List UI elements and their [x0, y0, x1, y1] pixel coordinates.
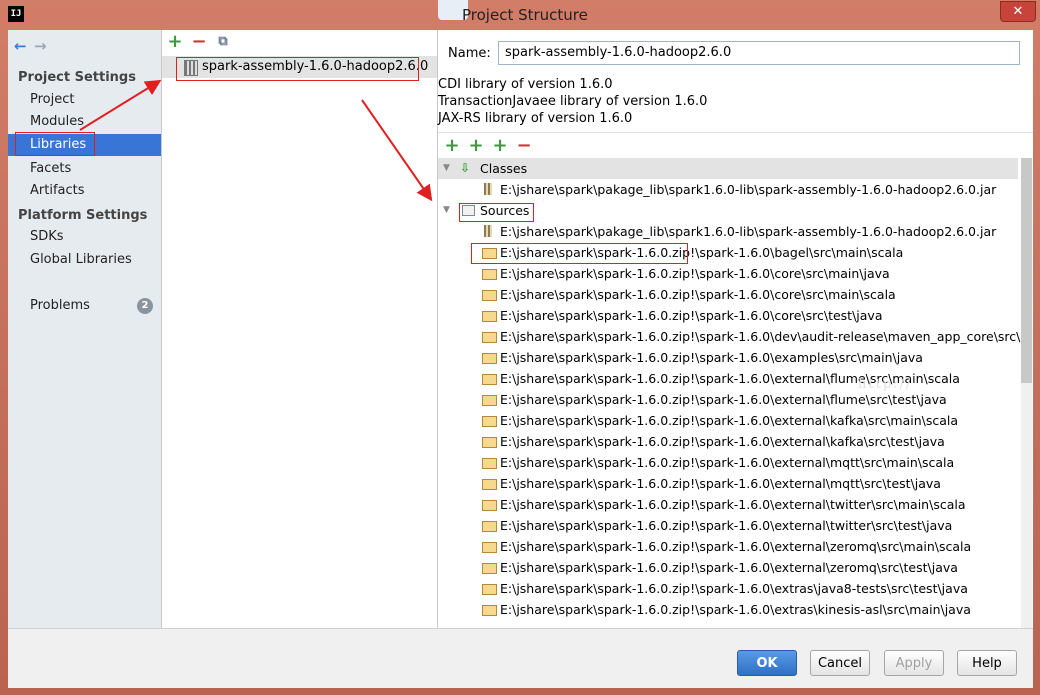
- arrow-to-sources: [361, 99, 433, 202]
- arrow-to-library-item: [79, 79, 162, 131]
- annotation-arrows: [79, 79, 433, 202]
